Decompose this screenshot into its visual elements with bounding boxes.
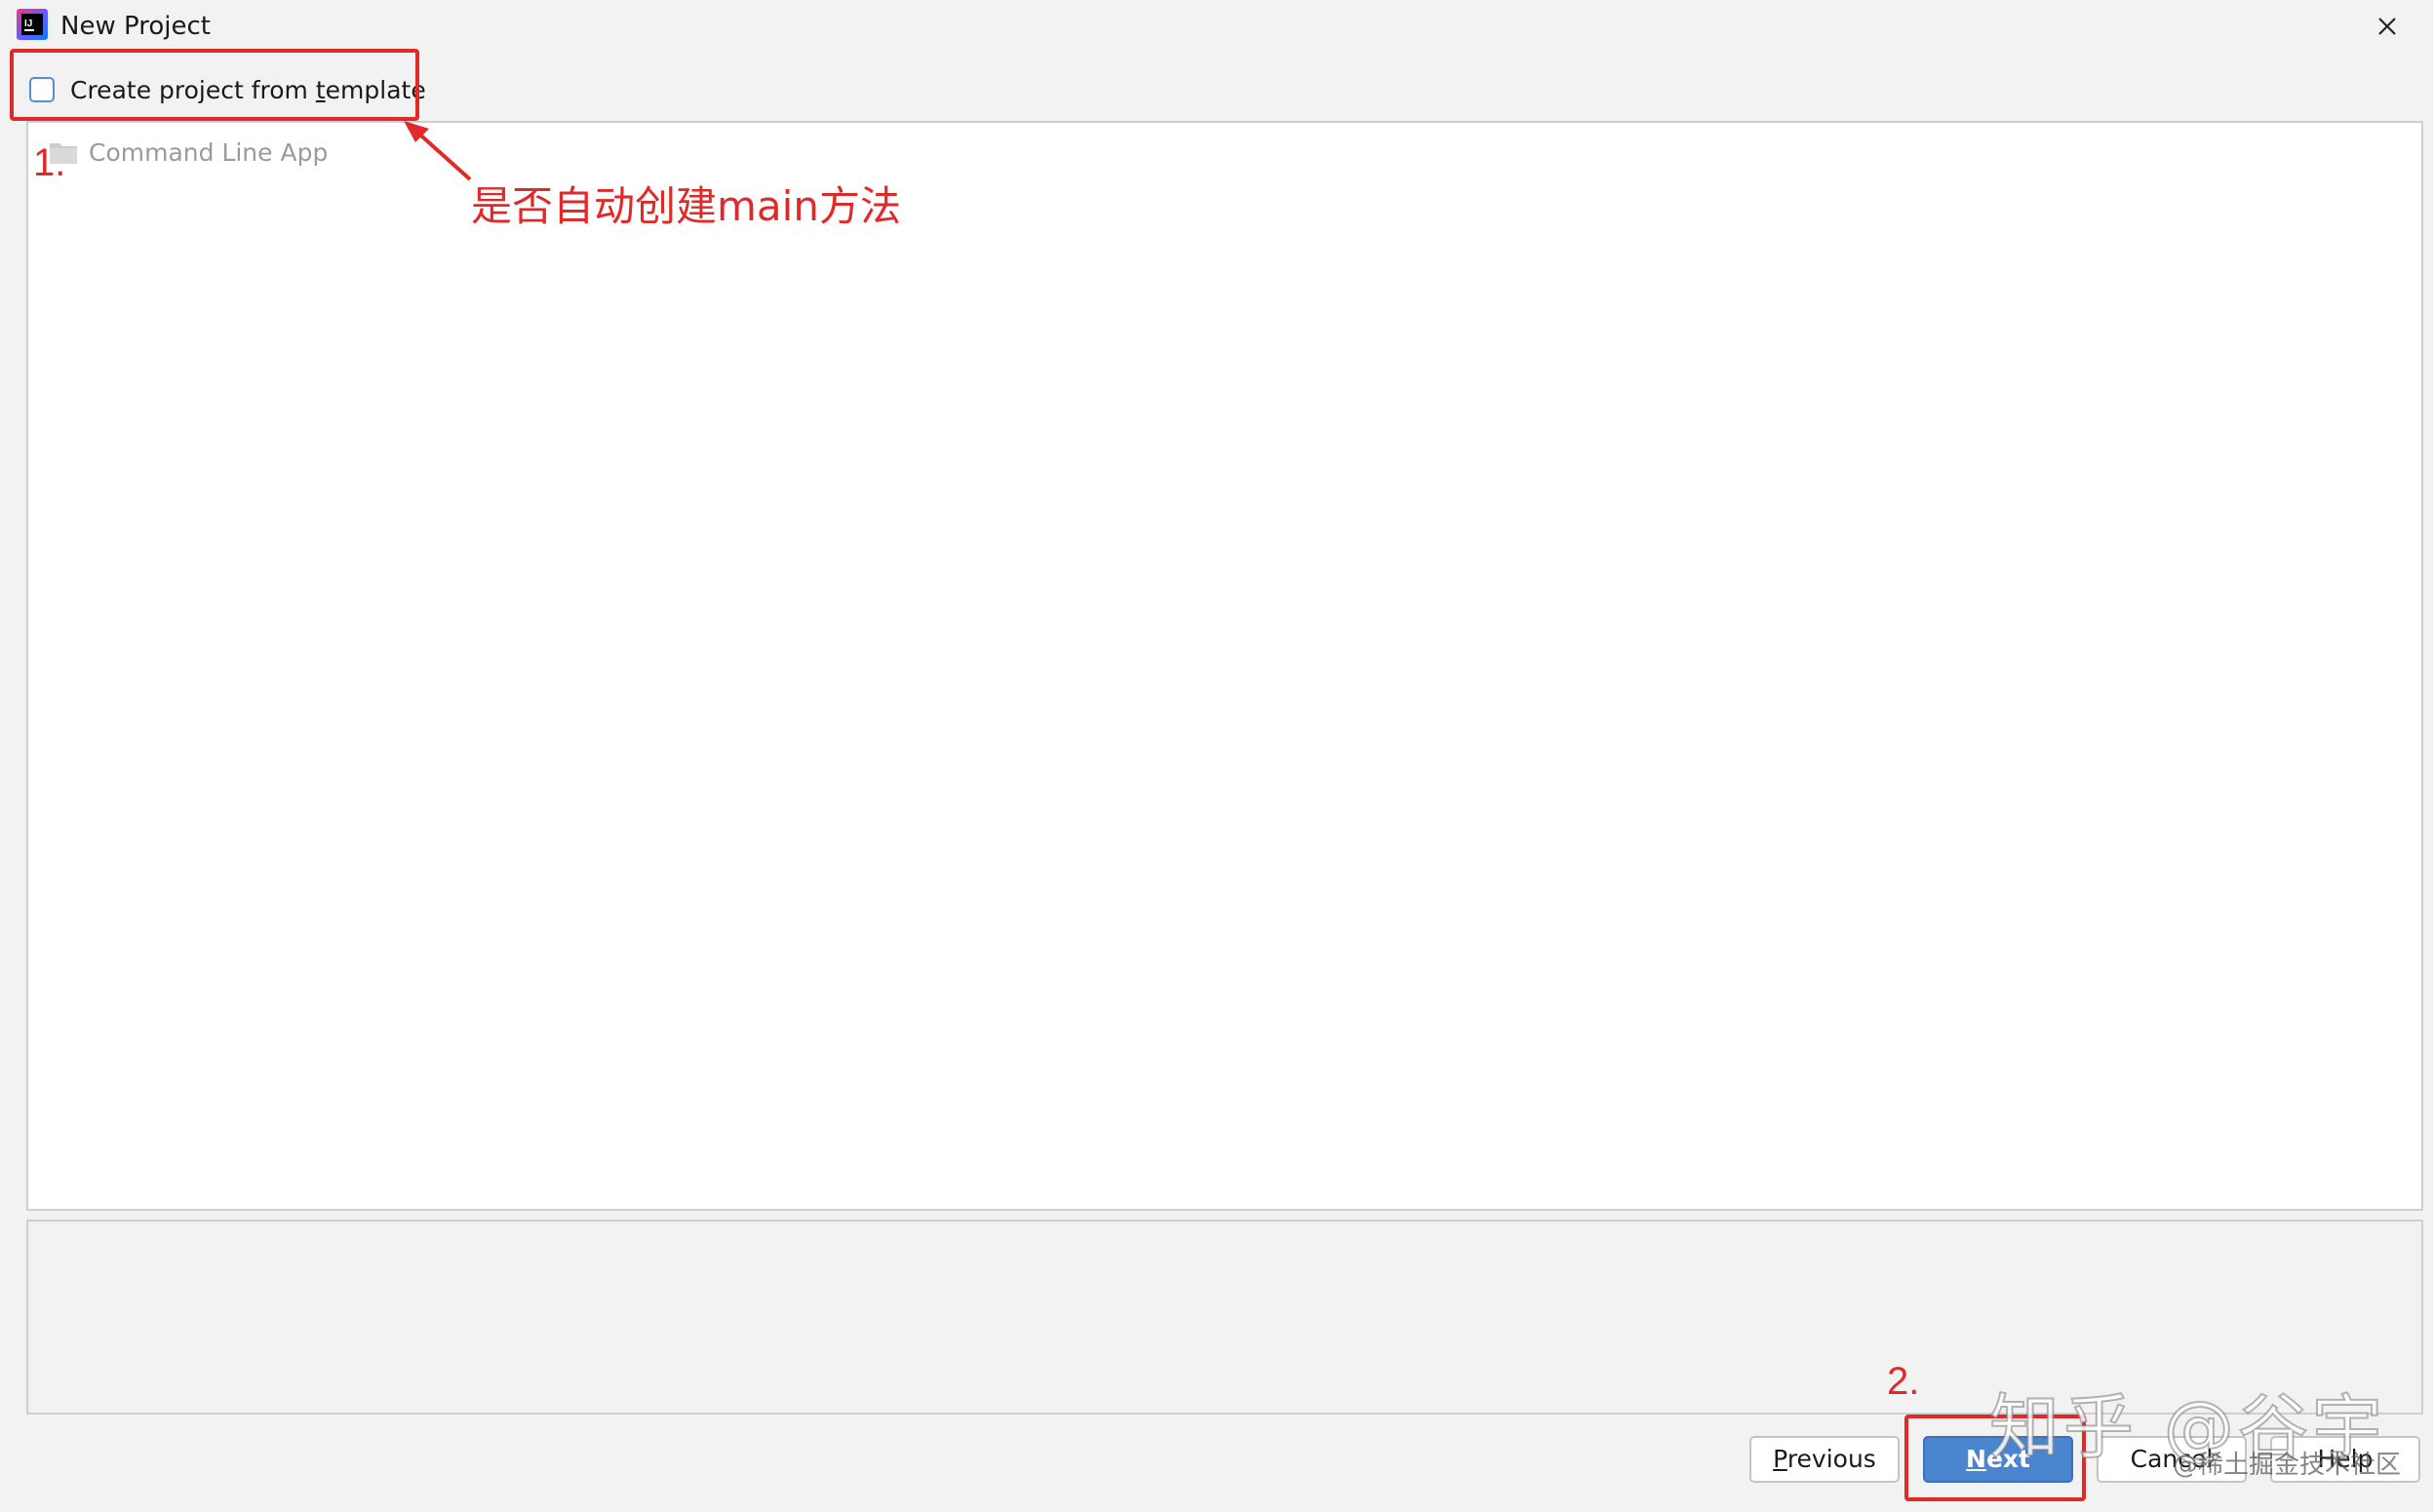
list-item-label: Command Line App: [89, 137, 329, 167]
close-icon[interactable]: [2371, 10, 2404, 43]
juejin-watermark: @稀土掘金技术社区: [2173, 1451, 2402, 1480]
new-project-dialog: IJ New Project Create project from templ…: [0, 0, 2433, 1512]
project-template-list[interactable]: Command Line App: [26, 121, 2423, 1211]
svg-text:IJ: IJ: [24, 19, 32, 29]
annotation-step-2: 2.: [1887, 1360, 1920, 1403]
window-title: New Project: [60, 12, 211, 41]
annotation-note: 是否自动创建main方法: [471, 182, 901, 230]
previous-button[interactable]: Previous: [1749, 1436, 1900, 1483]
annotation-box-template: [10, 49, 419, 121]
title-bar: IJ New Project: [0, 0, 2433, 53]
list-item[interactable]: Command Line App: [48, 135, 328, 170]
annotation-step-1: 1.: [33, 141, 66, 184]
intellij-idea-icon: IJ: [17, 9, 48, 40]
annotation-arrow-icon: [404, 121, 472, 181]
